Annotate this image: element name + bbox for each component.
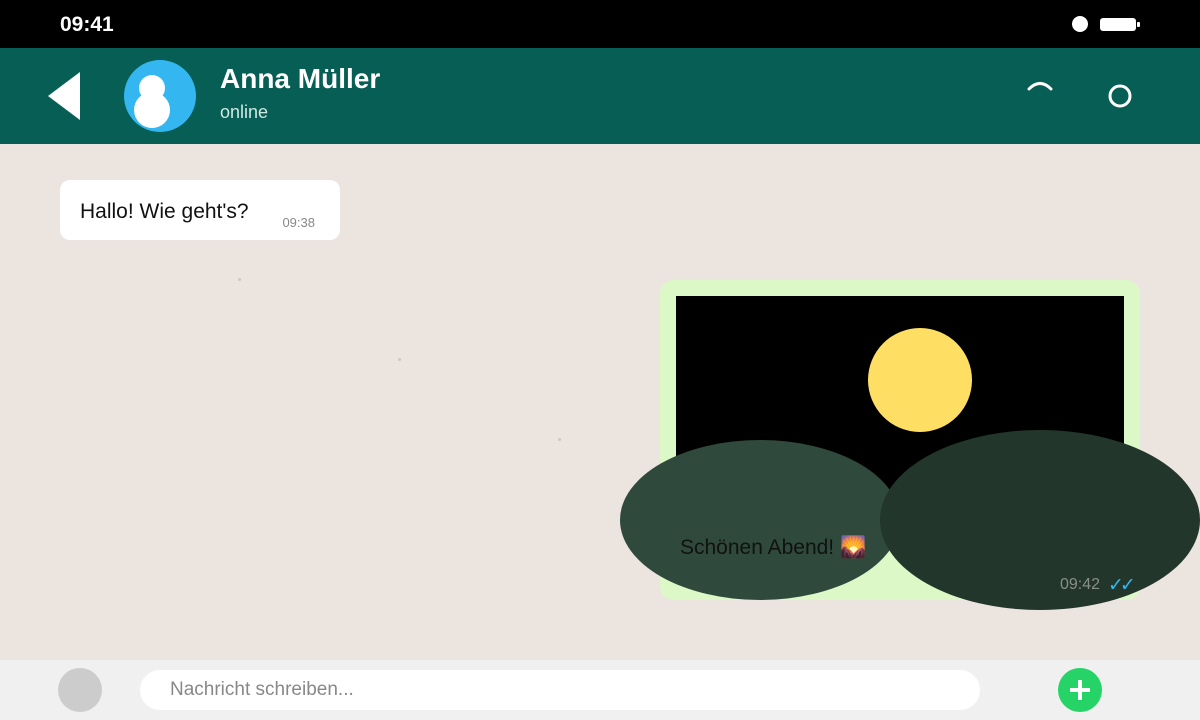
chat-area[interactable]: Hallo! Wie geht's? 09:38 Schönen Abend! … — [0, 144, 1200, 660]
back-button[interactable] — [48, 72, 82, 122]
wallpaper-dot — [238, 278, 241, 281]
wallpaper-dot — [398, 358, 401, 361]
chat-header: Anna Müller online — [0, 48, 1200, 144]
message-time: 09:38 — [282, 215, 315, 230]
plus-icon — [1070, 680, 1090, 700]
menu-button[interactable] — [1104, 80, 1136, 112]
battery-icon — [1100, 18, 1140, 31]
menu-circle-icon — [1108, 84, 1132, 108]
emoji-button[interactable] — [58, 668, 102, 712]
avatar[interactable] — [124, 60, 196, 132]
call-button[interactable] — [1024, 78, 1056, 110]
wallpaper-dot — [558, 438, 561, 441]
hill-shape-right — [880, 430, 1200, 610]
message-text: Hallo! Wie geht's? — [80, 200, 249, 223]
incoming-message-bubble[interactable]: Hallo! Wie geht's? 09:38 — [60, 180, 340, 240]
message-caption: Schönen Abend! 🌄 — [680, 536, 867, 559]
message-input-bar — [0, 660, 1200, 720]
status-bar: 09:41 — [0, 0, 1200, 48]
message-time: 09:42 — [1060, 576, 1101, 593]
call-icon — [1027, 82, 1053, 91]
read-receipt-icon: ✓✓ — [1108, 575, 1136, 596]
signal-indicator-icon — [1072, 16, 1088, 32]
attach-button[interactable] — [1058, 668, 1102, 712]
back-arrow-icon — [48, 72, 80, 120]
moon-shape — [868, 328, 972, 432]
contact-status: online — [220, 102, 269, 122]
hill-shape-left — [620, 440, 900, 600]
user-silhouette-icon — [134, 75, 170, 128]
contact-name[interactable]: Anna Müller — [220, 63, 380, 95]
status-time: 09:41 — [60, 13, 114, 36]
message-input[interactable] — [140, 670, 980, 710]
